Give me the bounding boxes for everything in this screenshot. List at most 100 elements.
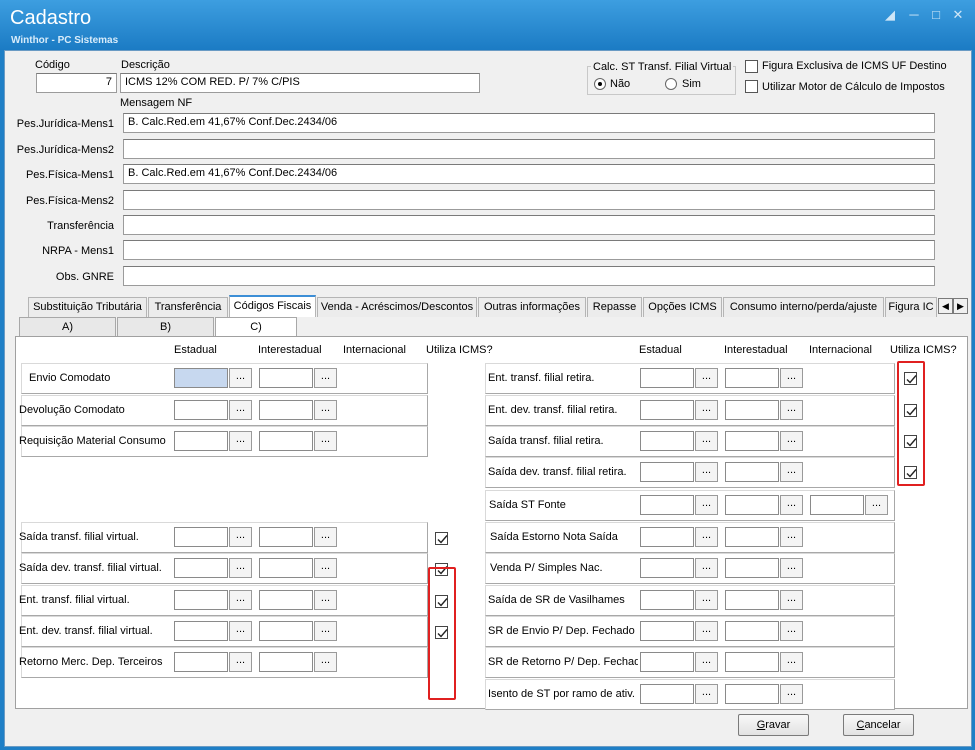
cfop-input[interactable] [174,558,228,578]
cfop-input[interactable] [640,495,694,515]
cfop-input[interactable] [640,684,694,704]
tab-0[interactable]: Substituição Tributária [28,297,147,317]
cfop-input[interactable] [259,558,313,578]
lookup-button[interactable]: ... [229,558,252,578]
lookup-button[interactable]: ... [695,431,718,451]
cfop-input[interactable] [640,462,694,482]
tab-scroll-left-icon[interactable]: ◀ [938,298,953,314]
message-field[interactable] [123,215,935,235]
cfop-input[interactable] [259,621,313,641]
tab-6[interactable]: Opções ICMS [643,297,722,317]
close-icon[interactable]: ✕ [950,8,966,22]
lookup-button[interactable]: ... [229,431,252,451]
subtab-2[interactable]: C) [215,317,297,337]
lookup-button[interactable]: ... [695,400,718,420]
cfop-input[interactable] [640,621,694,641]
cfop-input[interactable] [725,431,779,451]
lookup-button[interactable]: ... [780,558,803,578]
cfop-input[interactable] [640,400,694,420]
maximize-icon[interactable]: □ [928,8,944,22]
lookup-button[interactable]: ... [780,368,803,388]
resize-icon[interactable]: ◢ [882,8,898,22]
lookup-button[interactable]: ... [780,527,803,547]
cfop-input[interactable] [640,652,694,672]
cfop-input[interactable] [810,495,864,515]
cfop-input[interactable] [174,431,228,451]
cfop-input[interactable] [174,652,228,672]
codigo-field[interactable]: 7 [36,73,117,93]
cfop-input[interactable] [174,400,228,420]
lookup-button[interactable]: ... [229,652,252,672]
message-field[interactable]: B. Calc.Red.em 41,67% Conf.Dec.2434/06 [123,113,935,133]
tab-8[interactable]: Figura IC [885,297,937,317]
subtab-0[interactable]: A) [19,317,116,337]
lookup-button[interactable]: ... [695,621,718,641]
lookup-button[interactable]: ... [780,684,803,704]
lookup-button[interactable]: ... [314,527,337,547]
tab-scroll-right-icon[interactable]: ▶ [953,298,968,314]
tab-7[interactable]: Consumo interno/perda/ajuste [723,297,884,317]
tab-1[interactable]: Transferência [148,297,228,317]
lookup-button[interactable]: ... [229,368,252,388]
tab-4[interactable]: Outras informações [478,297,586,317]
lookup-button[interactable]: ... [314,652,337,672]
tab-5[interactable]: Repasse [587,297,642,317]
lookup-button[interactable]: ... [780,652,803,672]
cfop-input[interactable] [174,368,228,388]
lookup-button[interactable]: ... [229,527,252,547]
cfop-input[interactable] [640,527,694,547]
cfop-input[interactable] [174,527,228,547]
tab-2[interactable]: Códigos Fiscais [229,295,316,317]
cfop-input[interactable] [725,462,779,482]
message-field[interactable] [123,266,935,286]
lookup-button[interactable]: ... [780,621,803,641]
lookup-button[interactable]: ... [695,652,718,672]
cfop-input[interactable] [259,431,313,451]
lookup-button[interactable]: ... [780,462,803,482]
cfop-input[interactable] [725,400,779,420]
message-field[interactable] [123,139,935,159]
cfop-input[interactable] [259,652,313,672]
cfop-input[interactable] [259,400,313,420]
cfop-input[interactable] [725,590,779,610]
lookup-button[interactable]: ... [780,590,803,610]
lookup-button[interactable]: ... [314,621,337,641]
lookup-button[interactable]: ... [314,431,337,451]
lookup-button[interactable]: ... [695,684,718,704]
cfop-input[interactable] [725,652,779,672]
cfop-input[interactable] [725,684,779,704]
lookup-button[interactable]: ... [695,558,718,578]
cfop-input[interactable] [725,558,779,578]
lookup-button[interactable]: ... [229,400,252,420]
lookup-button[interactable]: ... [314,400,337,420]
minimize-icon[interactable]: ─ [906,8,922,22]
lookup-button[interactable]: ... [695,495,718,515]
cfop-input[interactable] [640,431,694,451]
lookup-button[interactable]: ... [780,431,803,451]
gravar-button[interactable]: Gravar [738,714,809,736]
message-field[interactable]: B. Calc.Red.em 41,67% Conf.Dec.2434/06 [123,164,935,184]
cfop-input[interactable] [725,527,779,547]
cfop-input[interactable] [725,368,779,388]
cfop-input[interactable] [725,495,779,515]
lookup-button[interactable]: ... [314,590,337,610]
lookup-button[interactable]: ... [229,621,252,641]
radio-sim[interactable] [665,78,677,90]
lookup-button[interactable]: ... [780,400,803,420]
cfop-input[interactable] [640,368,694,388]
lookup-button[interactable]: ... [865,495,888,515]
lookup-button[interactable]: ... [695,368,718,388]
cfop-input[interactable] [640,590,694,610]
tab-3[interactable]: Venda - Acréscimos/Descontos [317,297,477,317]
cancelar-button[interactable]: Cancelar [843,714,914,736]
utiliza-icms-checkbox[interactable] [435,532,448,545]
lookup-button[interactable]: ... [695,462,718,482]
message-field[interactable] [123,240,935,260]
lookup-button[interactable]: ... [314,558,337,578]
radio-nao[interactable] [594,78,606,90]
subtab-1[interactable]: B) [117,317,214,337]
cfop-input[interactable] [174,621,228,641]
utilizar-motor-checkbox[interactable] [745,80,758,93]
cfop-input[interactable] [259,590,313,610]
message-field[interactable] [123,190,935,210]
